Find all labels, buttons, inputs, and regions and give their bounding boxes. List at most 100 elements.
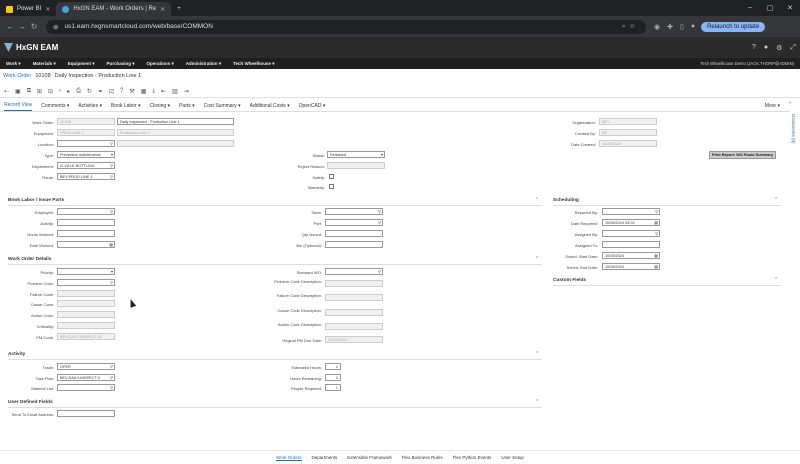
export-icon[interactable]: ⤓ <box>152 88 155 95</box>
back-icon[interactable]: ← <box>4 22 16 31</box>
date-reported-field[interactable]: 10/28/2024 03:02 <box>602 219 660 226</box>
help-icon[interactable]: ? <box>752 44 756 52</box>
tab-closing[interactable]: Closing ▾ <box>149 101 170 111</box>
work-order-field[interactable]: 10108 <box>57 118 115 125</box>
menu-operations[interactable]: Operations ▾ <box>147 61 174 67</box>
last-icon[interactable]: ⇥ <box>184 88 189 95</box>
footer-extensible-framework[interactable]: Extensible Framework <box>347 455 392 460</box>
equipment-field[interactable]: PROD-LINE-1 <box>57 129 115 136</box>
material-list-field[interactable] <box>57 384 115 391</box>
menu-materials[interactable]: Materials ▾ <box>33 61 56 67</box>
footer-departments[interactable]: Departments <box>312 455 338 460</box>
footer-flex-business-rules[interactable]: Flex Business Rules <box>402 455 443 460</box>
attach-icon[interactable]: ⊡ <box>109 88 114 95</box>
forward-icon[interactable]: → <box>16 22 28 31</box>
tab-cost-summary[interactable]: Cost Summary ▾ <box>204 101 241 111</box>
tab-parts[interactable]: Parts ▾ <box>179 101 195 111</box>
footer-work-orders[interactable]: Work Orders <box>276 455 302 461</box>
breadcrumb-link[interactable]: Work Order <box>3 73 31 79</box>
tab-additional-costs[interactable]: Additional Costs ▾ <box>250 101 290 111</box>
close-window-icon[interactable]: ✕ <box>780 4 800 12</box>
tools-icon[interactable]: ⚒ <box>129 88 134 95</box>
store-field[interactable] <box>325 208 383 215</box>
email-field[interactable] <box>57 410 115 417</box>
route-field[interactable]: BEV-PROD-LINE-1 <box>57 173 115 180</box>
more-tabs[interactable]: More ▾ <box>765 101 780 111</box>
delete-icon[interactable]: ⊟ <box>48 88 53 95</box>
part-field[interactable] <box>325 219 383 226</box>
department-field[interactable]: G-VILLE-BOTTLING <box>57 162 115 169</box>
task-plan-field[interactable]: BEV-DAILY-INSPECT-0 <box>57 374 115 381</box>
tab-record-view[interactable]: Record View <box>4 100 33 111</box>
equipment-desc-field[interactable]: Production Line 1 <box>117 129 234 136</box>
menu-tech-wheelhouse[interactable]: Tech Wheelhouse ▾ <box>233 61 274 67</box>
type-select[interactable]: Preventive maintenance <box>57 151 115 158</box>
menu-work[interactable]: Work ▾ <box>6 61 21 67</box>
documents-sidebar[interactable]: « Documents (0) <box>789 100 800 160</box>
help-icon[interactable]: ? <box>120 88 123 94</box>
collapse-icon[interactable]: ⌃ <box>535 399 539 405</box>
next-icon[interactable]: ▸ <box>67 88 70 95</box>
user-icon[interactable]: ● <box>764 44 768 52</box>
site-info-icon[interactable]: ⊜ <box>53 23 58 31</box>
save-icon[interactable]: ▣ <box>15 88 21 95</box>
sched-start-field[interactable]: 10/28/2024 <box>602 252 660 259</box>
qty-issued-field[interactable] <box>325 230 383 237</box>
panel-icon[interactable]: ▥ <box>172 88 178 95</box>
extension-icon[interactable]: ◉ <box>654 23 660 31</box>
collapse-icon[interactable]: ⌃ <box>774 197 778 203</box>
employee-field[interactable] <box>57 208 115 215</box>
refresh-icon[interactable]: ↻ <box>87 88 92 95</box>
safety-checkbox[interactable] <box>329 174 334 179</box>
tab-activities[interactable]: Activities ▾ <box>78 101 102 111</box>
menu-equipment[interactable]: Equipment ▾ <box>68 61 95 67</box>
hours-worked-field[interactable] <box>57 230 115 237</box>
relaunch-button[interactable]: Relaunch to update <box>701 21 766 32</box>
standard-wo-field[interactable] <box>325 268 383 275</box>
people-required-field[interactable]: 1 <box>325 384 341 391</box>
status-select[interactable]: Released <box>327 151 385 158</box>
tab-opencad[interactable]: OpenCAD ▾ <box>299 101 326 111</box>
settings-icon[interactable]: ⚙ <box>776 44 782 52</box>
puzzle-icon[interactable]: ✚ <box>667 23 673 31</box>
fullscreen-icon[interactable]: ⤢ <box>790 44 796 52</box>
trade-field[interactable]: OPER <box>57 363 115 370</box>
browser-tab-powerbi[interactable]: Power BI ✕ <box>0 2 56 16</box>
close-icon[interactable]: ✕ <box>45 6 50 13</box>
problem-code-field[interactable] <box>57 279 115 286</box>
reload-icon[interactable]: ↻ <box>28 22 40 31</box>
activity-field[interactable] <box>57 219 115 226</box>
collapse-icon[interactable]: ⌃ <box>535 256 539 262</box>
reported-by-field[interactable] <box>602 208 660 215</box>
back-icon[interactable]: ⇠ <box>4 88 9 95</box>
prev-icon[interactable]: ‹ <box>59 88 61 94</box>
assigned-by-field[interactable] <box>602 230 660 237</box>
priority-select[interactable] <box>57 268 115 275</box>
first-icon[interactable]: ⇤ <box>161 88 166 95</box>
close-icon[interactable]: ✕ <box>160 6 165 13</box>
date-worked-field[interactable] <box>57 241 115 248</box>
link-icon[interactable]: ⚭ <box>98 88 103 95</box>
footer-user-setup[interactable]: User Setup <box>501 455 524 460</box>
tab-comments[interactable]: Comments ▾ <box>41 101 69 111</box>
new-tab-button[interactable]: + <box>171 2 187 16</box>
menu-purchasing[interactable]: Purchasing ▾ <box>106 61 134 67</box>
collapse-icon[interactable]: ⌃ <box>535 351 539 357</box>
sidepanel-icon[interactable]: ▯ <box>680 23 684 31</box>
collapse-icon[interactable]: ⌃ <box>774 277 778 283</box>
new-icon[interactable]: ⊞ <box>37 88 42 95</box>
minimize-icon[interactable]: – <box>740 4 760 12</box>
maximize-icon[interactable]: ▢ <box>760 4 780 12</box>
location-field[interactable] <box>57 140 115 147</box>
url-actions[interactable]: ⌕☆ <box>622 23 639 31</box>
grid-icon[interactable]: ▦ <box>141 88 147 95</box>
collapse-icon[interactable]: ⌃ <box>535 197 539 203</box>
profile-icon[interactable]: ● <box>691 23 695 30</box>
estimated-hours-field[interactable]: 1 <box>325 363 341 370</box>
footer-flex-python-events[interactable]: Flex Python Events <box>453 455 492 460</box>
menu-administration[interactable]: Administration ▾ <box>186 61 221 67</box>
browser-tab-eam[interactable]: HxGN EAM - Work Orders | Re ✕ <box>56 2 172 16</box>
hours-remaining-field[interactable]: 1 <box>325 374 341 381</box>
print-icon[interactable]: ⎙ <box>76 88 81 95</box>
tab-book-labor[interactable]: Book Labor ▾ <box>111 101 140 111</box>
